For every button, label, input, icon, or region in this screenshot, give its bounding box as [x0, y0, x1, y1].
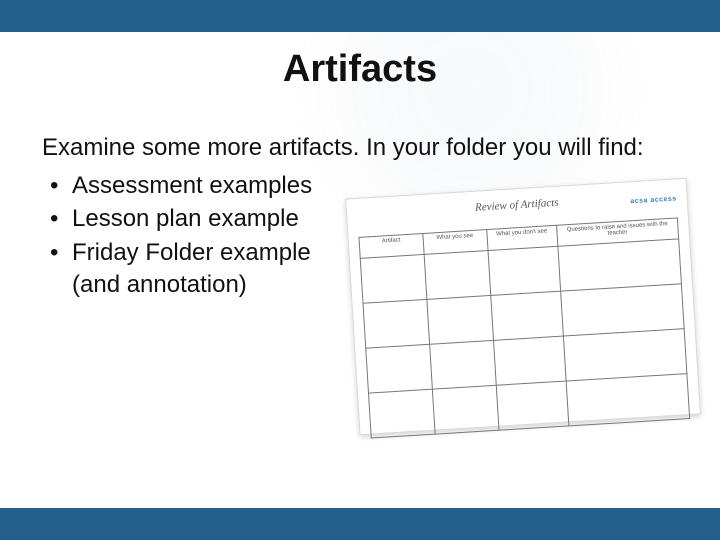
- worksheet-title: Review of Artifacts: [357, 189, 677, 221]
- bullet-icon: •: [50, 203, 72, 235]
- title-container: Artifacts: [0, 48, 720, 91]
- worksheet-graphic: Review of Artifacts acsa access Artifact…: [345, 178, 701, 435]
- intro-text: Examine some more artifacts. In your fol…: [42, 132, 652, 164]
- bullet-icon: •: [50, 170, 72, 202]
- bottom-border-bar: [0, 508, 720, 540]
- worksheet-inner: Review of Artifacts acsa access Artifact…: [357, 189, 690, 423]
- list-item-label: Assessment examples: [72, 172, 312, 199]
- slide: Artifacts Examine some more artifacts. I…: [0, 0, 720, 540]
- top-border-bar: [0, 0, 720, 32]
- list-item-label: Friday Folder example (and annotation): [72, 237, 312, 300]
- worksheet-logo: acsa access: [630, 195, 677, 205]
- slide-title: Artifacts: [0, 48, 720, 91]
- list-item-label: Lesson plan example: [72, 205, 299, 232]
- bullet-icon: •: [50, 237, 72, 269]
- worksheet-table: Artifact What you see What you don't see…: [358, 217, 690, 438]
